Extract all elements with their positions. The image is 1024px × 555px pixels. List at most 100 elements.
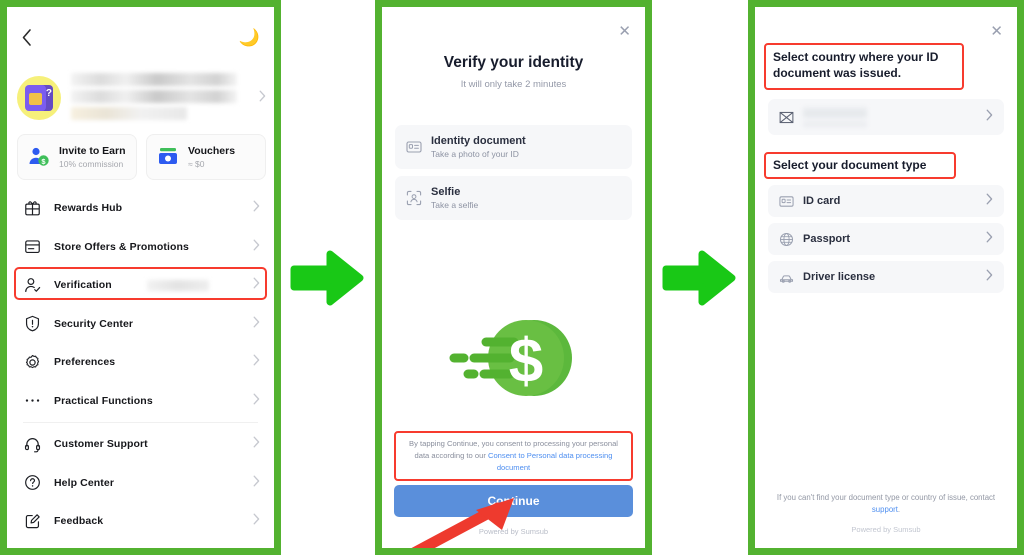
sidebar-item-store-offers[interactable]: Store Offers & Promotions bbox=[7, 228, 274, 267]
country-select-field[interactable] bbox=[768, 99, 1004, 135]
chevron-right-icon bbox=[986, 230, 993, 248]
document-option-driver-license[interactable]: Driver license bbox=[768, 261, 1004, 293]
arrow-right-icon bbox=[662, 250, 736, 305]
sidebar-item-label: Feedback bbox=[54, 515, 104, 528]
step-identity-document[interactable]: Identity document Take a photo of your I… bbox=[395, 125, 632, 169]
support-link[interactable]: support bbox=[872, 505, 898, 514]
support-footer: If you can't find your document type or … bbox=[769, 492, 1003, 517]
menu-divider bbox=[23, 422, 258, 423]
svg-text:$: $ bbox=[508, 327, 542, 396]
sidebar-item-rewards-hub[interactable]: Rewards Hub bbox=[7, 189, 274, 228]
document-option-id-card[interactable]: ID card bbox=[768, 185, 1004, 217]
sidebar-item-feedback[interactable]: Feedback bbox=[7, 502, 274, 541]
chevron-right-icon bbox=[253, 238, 260, 256]
chevron-right-icon bbox=[986, 192, 993, 210]
screenshot-stage: 🌙 ? $ Invite to Earn 10% commission Vouc… bbox=[0, 0, 1024, 555]
panel-document-selection: ✕ Select country where your ID document … bbox=[748, 0, 1024, 555]
document-type-list: ID card Passport Driver license bbox=[768, 185, 1004, 299]
card-title: Invite to Earn bbox=[59, 144, 126, 157]
chevron-right-icon bbox=[253, 276, 260, 294]
quick-action-cards: $ Invite to Earn 10% commission Vouchers bbox=[17, 134, 266, 180]
chevron-right-icon bbox=[253, 512, 260, 530]
verify-identity-screen: ✕ Verify your identity It will only take… bbox=[382, 7, 645, 548]
sidebar-item-preferences[interactable]: Preferences bbox=[7, 343, 274, 382]
sidebar-item-label: Rewards Hub bbox=[54, 202, 123, 215]
panel-verify-identity: ✕ Verify your identity It will only take… bbox=[375, 0, 652, 555]
page-subtitle: It will only take 2 minutes bbox=[460, 79, 567, 90]
chevron-right-icon bbox=[253, 474, 260, 492]
chevron-left-icon[interactable] bbox=[21, 28, 32, 47]
account-menu-list: Rewards Hub Store Offers & Promotions Ve… bbox=[7, 189, 274, 548]
country-heading: Select country where your ID document wa… bbox=[764, 43, 964, 90]
document-option-label: ID card bbox=[803, 195, 841, 207]
sidebar-item-practical-functions[interactable]: Practical Functions bbox=[7, 382, 274, 421]
flow-arrow-2 bbox=[652, 0, 748, 555]
profile-name-redacted bbox=[71, 72, 249, 124]
step-selfie[interactable]: Selfie Take a selfie bbox=[395, 176, 632, 220]
panel-account-menu: 🌙 ? $ Invite to Earn 10% commission Vouc… bbox=[0, 0, 281, 555]
red-arrow-pointer bbox=[411, 498, 514, 548]
sidebar-item-label: Security Center bbox=[54, 317, 134, 330]
document-selection-screen: ✕ Select country where your ID document … bbox=[755, 7, 1017, 548]
sidebar-item-security-center[interactable]: Security Center bbox=[7, 305, 274, 344]
sidebar-item-customer-support[interactable]: Customer Support bbox=[7, 425, 274, 464]
arrow-right-icon bbox=[290, 250, 364, 305]
chevron-right-icon bbox=[253, 392, 260, 410]
headset-icon bbox=[24, 437, 41, 453]
sidebar-item-help-center[interactable]: Help Center bbox=[7, 464, 274, 503]
voucher-icon bbox=[159, 148, 177, 164]
sidebar-item-verification[interactable]: Verification bbox=[7, 266, 274, 305]
ellipsis-icon bbox=[25, 399, 40, 402]
document-option-passport[interactable]: Passport bbox=[768, 223, 1004, 255]
profile-row[interactable]: ? bbox=[17, 69, 266, 127]
flow-arrow-1 bbox=[281, 0, 375, 555]
close-icon[interactable]: ✕ bbox=[618, 24, 631, 39]
car-icon bbox=[779, 274, 794, 283]
flag-placeholder-icon bbox=[779, 111, 794, 123]
card-vouchers[interactable]: Vouchers ≈ $0 bbox=[146, 134, 266, 180]
shield-alert-icon bbox=[25, 316, 40, 332]
chevron-right-icon bbox=[259, 89, 266, 107]
step-title: Selfie bbox=[431, 185, 461, 198]
user-verify-icon bbox=[25, 277, 41, 292]
question-circle-icon bbox=[25, 475, 40, 491]
account-menu-topbar: 🌙 bbox=[7, 19, 274, 55]
chevron-right-icon bbox=[253, 353, 260, 371]
close-icon[interactable]: ✕ bbox=[990, 24, 1003, 39]
feedback-edit-icon bbox=[25, 514, 40, 528]
consent-link[interactable]: Consent to Personal data processing docu… bbox=[488, 451, 613, 472]
account-menu-screen: 🌙 ? $ Invite to Earn 10% commission Vouc… bbox=[7, 7, 274, 548]
document-option-label: Passport bbox=[803, 233, 851, 245]
sidebar-item-about-bingx[interactable]: About BingX bbox=[7, 541, 274, 549]
gear-icon bbox=[25, 354, 40, 368]
sidebar-item-label: Verification bbox=[54, 279, 112, 292]
chevron-right-icon bbox=[253, 315, 260, 333]
face-scan-icon bbox=[406, 190, 422, 206]
support-footer-text: If you can't find your document type or … bbox=[776, 493, 996, 502]
globe-icon bbox=[779, 232, 794, 246]
chevron-right-icon bbox=[986, 268, 993, 286]
chevron-right-icon bbox=[253, 435, 260, 453]
verification-steps-list: Identity document Take a photo of your I… bbox=[395, 125, 632, 227]
sidebar-item-label: Help Center bbox=[54, 476, 115, 489]
page-title: Verify your identity bbox=[443, 54, 584, 71]
chevron-right-icon bbox=[986, 108, 993, 126]
sidebar-item-label: Practical Functions bbox=[54, 394, 153, 407]
card-subtitle: ≈ $0 bbox=[188, 158, 205, 169]
step-subtitle: Take a selfie bbox=[431, 200, 479, 211]
verification-status-redacted bbox=[147, 279, 210, 291]
card-title: Vouchers bbox=[188, 144, 236, 157]
document-type-heading: Select your document type bbox=[764, 152, 956, 179]
sidebar-item-label: Preferences bbox=[54, 356, 116, 369]
sidebar-item-label: Store Offers & Promotions bbox=[54, 240, 189, 253]
document-option-label: Driver license bbox=[803, 271, 876, 283]
card-invite-to-earn[interactable]: $ Invite to Earn 10% commission bbox=[17, 134, 137, 180]
store-card-icon bbox=[25, 240, 40, 254]
avatar: ? bbox=[17, 76, 61, 120]
invite-people-icon: $ bbox=[29, 147, 49, 166]
card-subtitle: 10% commission bbox=[59, 158, 124, 169]
step-title: Identity document bbox=[431, 134, 526, 147]
moon-icon[interactable]: 🌙 bbox=[239, 29, 260, 46]
sidebar-item-label: Customer Support bbox=[54, 438, 148, 451]
id-card-icon bbox=[406, 141, 422, 153]
